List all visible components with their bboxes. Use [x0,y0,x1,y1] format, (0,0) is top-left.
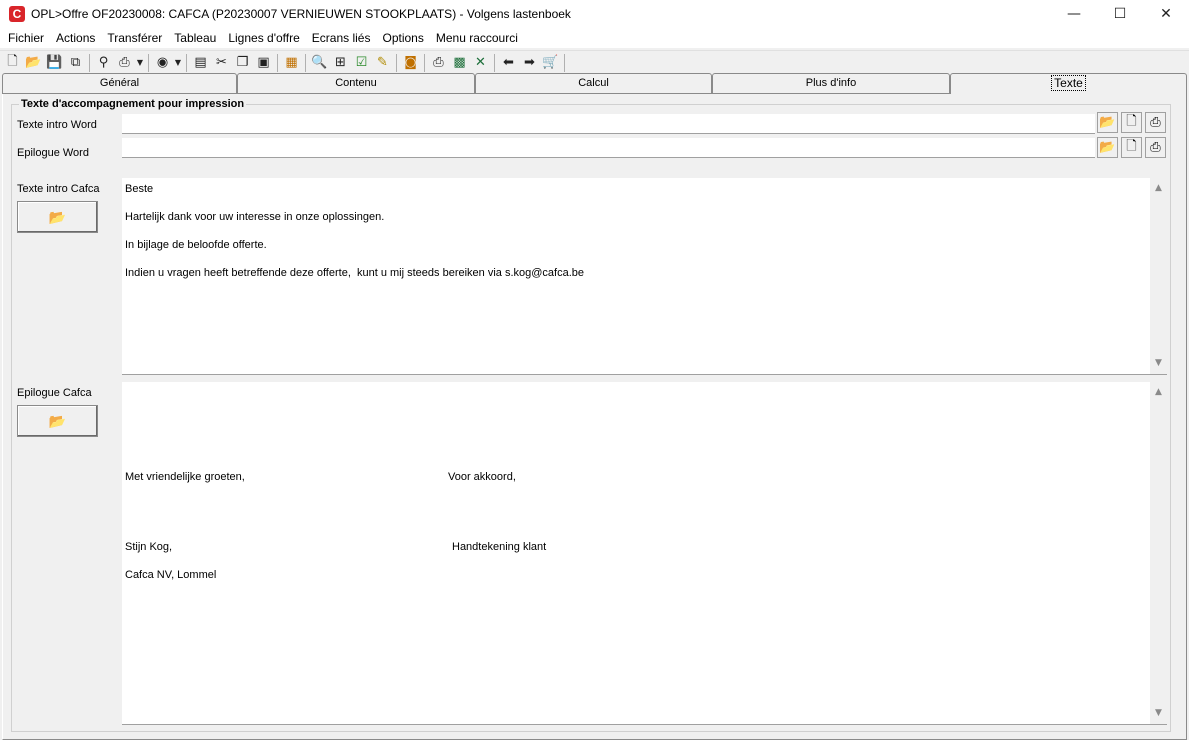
epilogue-line: Stijn Kog, [125,541,173,553]
printer-doc-icon[interactable]: ⎙ [428,53,449,73]
paste-icon[interactable]: ▣ [253,53,274,73]
epilogue-line: Met vriendelijke groeten, [125,471,245,483]
cart-icon[interactable]: 🛒 [540,53,561,73]
folder-open-icon: 📂 [48,208,67,225]
save-icon[interactable]: 💾 [44,53,65,73]
cut-icon[interactable]: ✂ [211,53,232,73]
epilogue-cafca-open-button[interactable]: 📂 [17,405,98,437]
back-icon[interactable]: ⬅ [498,53,519,73]
intro-scrollbar[interactable]: ▲ ▼ [1150,178,1167,374]
tab-panel: Texte d'accompagnement pour impression T… [2,94,1187,740]
folder-open-icon[interactable]: 📂 [1097,112,1118,133]
tab-general[interactable]: Général [2,73,237,94]
new-doc-icon[interactable]: 🗋 [1121,137,1142,158]
minimize-button[interactable]: — [1051,0,1097,28]
forward-icon[interactable]: ➡ [519,53,540,73]
epilogue-cafca-textarea[interactable]: Met vriendelijke groeten, Voor akkoord, … [122,382,1167,725]
epilogue-cafca-label: Epilogue Cafca [17,387,92,399]
tab-label: Plus d'info [805,77,857,89]
intro-cafca-open-button[interactable]: 📂 [17,201,98,233]
toolbar-separator [148,53,149,72]
print-icon[interactable]: ⎙ [114,53,135,73]
folder-open-icon: 📂 [48,412,67,429]
scroll-up-icon[interactable]: ▲ [1150,180,1167,197]
copy-icon[interactable]: ❐ [232,53,253,73]
toolbar-separator [89,53,90,72]
close-button[interactable]: ✕ [1143,0,1189,28]
tab-texte[interactable]: Texte [950,73,1187,94]
intro-line: Hartelijk dank voor uw interesse in onze… [125,211,385,223]
calculator-icon[interactable]: ▦ [281,53,302,73]
copy-doc-icon[interactable]: ⧉ [65,53,86,73]
toolbar-separator [564,53,565,72]
epilogue-line: Handtekening klant [452,541,547,553]
intro-line: Indien u vragen heeft betreffende deze o… [125,267,584,279]
epilogue-line: Voor akkoord, [448,471,516,483]
tab-plus-info[interactable]: Plus d'info [712,73,950,94]
toolbar-separator [305,53,306,72]
print-icon[interactable]: ⎙ [1145,137,1166,158]
toolbar-separator [186,53,187,72]
bag-icon[interactable]: ◙ [400,53,421,73]
intro-word-label: Texte intro Word [17,119,97,131]
epilogue-cafca-content: Met vriendelijke groeten, Voor akkoord, … [125,386,1125,706]
excel-export-icon[interactable]: ✕ [470,53,491,73]
toolbar: 🗋 📂 💾 ⧉ ⚲ ⎙ ▼ ◉ ▼ ▤ ✂ ❐ ▣ ▦ 🔍 ⊞ ☑ ✎ ◙ ⎙ … [0,50,1189,74]
toolbar-separator [424,53,425,72]
window-controls: — ☐ ✕ [1051,0,1189,28]
new-doc-icon[interactable]: 🗋 [1121,112,1142,133]
print-dropdown-icon[interactable]: ▼ [135,53,145,73]
intro-cafca-label: Texte intro Cafca [17,183,100,195]
epilogue-word-field[interactable] [122,138,1095,158]
tab-label: Texte [1051,75,1086,91]
menu-fichier[interactable]: Fichier [2,28,50,48]
toolbar-separator [396,53,397,72]
tree-icon[interactable]: ⊞ [330,53,351,73]
menu-options[interactable]: Options [376,28,429,48]
menu-raccourci[interactable]: Menu raccourci [430,28,524,48]
globe-dropdown-icon[interactable]: ▼ [173,53,183,73]
menu-actions[interactable]: Actions [50,28,101,48]
print-icon[interactable]: ⎙ [1145,112,1166,133]
folder-open-icon[interactable]: 📂 [1097,137,1118,158]
toolbar-separator [277,53,278,72]
new-icon[interactable]: 🗋 [2,53,23,73]
scroll-up-icon[interactable]: ▲ [1150,384,1167,401]
tab-label: Général [99,77,140,89]
intro-line: Beste [125,183,154,195]
menu-transferer[interactable]: Transférer [101,28,168,48]
excel-icon[interactable]: ▩ [449,53,470,73]
epilogue-word-label: Epilogue Word [17,147,89,159]
tab-contenu[interactable]: Contenu [237,73,475,94]
window-title: OPL>Offre OF20230008: CAFCA (P20230007 V… [31,7,571,21]
tab-calcul[interactable]: Calcul [475,73,712,94]
tab-label: Calcul [578,77,609,89]
menu-lignes-offre[interactable]: Lignes d'offre [222,28,305,48]
intro-cafca-textarea[interactable]: Beste Hartelijk dank voor uw interesse i… [122,178,1167,375]
scroll-down-icon[interactable]: ▼ [1150,705,1167,722]
intro-line: In bijlage de beloofde offerte. [125,239,267,251]
epilogue-line: Cafca NV, Lommel [125,569,217,581]
menu-tableau[interactable]: Tableau [168,28,222,48]
tab-strip: Général Contenu Calcul Plus d'info Texte [2,73,1187,94]
globe-icon[interactable]: ◉ [152,53,173,73]
binoculars-icon[interactable]: ⚲ [93,53,114,73]
group-title: Texte d'accompagnement pour impression [19,98,247,110]
title-bar: C OPL>Offre OF20230008: CAFCA (P20230007… [0,0,1189,28]
zoom-icon[interactable]: 🔍 [309,53,330,73]
intro-word-field[interactable] [122,114,1095,134]
menu-ecrans-lies[interactable]: Ecrans liés [306,28,377,48]
scroll-down-icon[interactable]: ▼ [1150,355,1167,372]
script-icon[interactable]: ✎ [372,53,393,73]
check-icon[interactable]: ☑ [351,53,372,73]
properties-icon[interactable]: ▤ [190,53,211,73]
epilogue-scrollbar[interactable]: ▲ ▼ [1150,382,1167,724]
tab-label: Contenu [335,77,377,89]
app-logo-icon: C [9,6,25,22]
maximize-button[interactable]: ☐ [1097,0,1143,28]
menu-bar: Fichier Actions Transférer Tableau Ligne… [0,28,1189,48]
toolbar-separator [494,53,495,72]
open-icon[interactable]: 📂 [23,53,44,73]
